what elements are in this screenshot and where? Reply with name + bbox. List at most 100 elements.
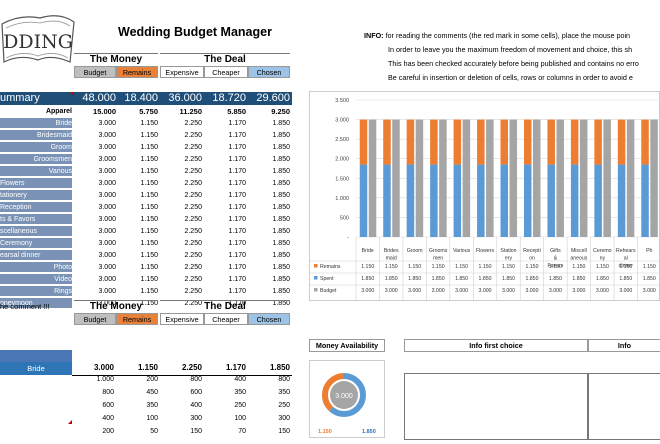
remains-header[interactable]: Remains bbox=[116, 66, 158, 78]
row-label[interactable]: earsal dinner bbox=[0, 250, 72, 261]
table-cell[interactable]: 3.000 bbox=[74, 118, 116, 130]
table-cell[interactable]: 3.000 bbox=[74, 214, 116, 226]
row-label[interactable]: Ceremony bbox=[0, 238, 72, 249]
list-cell[interactable]: 400 bbox=[204, 376, 246, 383]
table-cell[interactable]: 2.250 bbox=[160, 238, 202, 250]
table-cell[interactable]: 1.150 bbox=[116, 202, 158, 214]
row-label[interactable]: ts & Favors bbox=[0, 214, 72, 225]
row-label[interactable]: Groomsmen bbox=[0, 154, 72, 165]
table-cell[interactable]: 1.850 bbox=[248, 238, 290, 250]
table-cell[interactable]: 2.250 bbox=[160, 262, 202, 274]
table-cell[interactable]: 2.250 bbox=[160, 190, 202, 202]
table-cell[interactable]: 2.250 bbox=[160, 226, 202, 238]
table-cell[interactable]: 3.000 bbox=[74, 202, 116, 214]
table-cell[interactable]: 3.000 bbox=[74, 226, 116, 238]
table-cell[interactable]: 1.170 bbox=[204, 226, 246, 238]
table-cell[interactable]: 1.850 bbox=[248, 190, 290, 202]
table-cell[interactable]: 1.850 bbox=[248, 154, 290, 166]
table-cell[interactable]: 1.170 bbox=[204, 214, 246, 226]
list-cell[interactable]: 400 bbox=[74, 415, 114, 422]
expensive-header[interactable]: Expensive bbox=[160, 66, 204, 78]
list-cell[interactable]: 350 bbox=[248, 389, 290, 396]
table-cell[interactable]: 2.250 bbox=[160, 214, 202, 226]
row-label[interactable]: Rings bbox=[0, 286, 72, 297]
table-cell[interactable]: 1.170 bbox=[204, 238, 246, 250]
budget-header[interactable]: Budget bbox=[74, 66, 116, 78]
summary-cheaper[interactable]: 18.720 bbox=[204, 92, 246, 105]
row-label[interactable]: Groom bbox=[0, 142, 72, 153]
table-cell[interactable]: 1.170 bbox=[204, 250, 246, 262]
table-cell[interactable]: 2.250 bbox=[160, 118, 202, 130]
table-cell[interactable]: 2.250 bbox=[160, 286, 202, 298]
table-cell[interactable]: 1.170 bbox=[204, 130, 246, 142]
table-cell[interactable]: 1.150 bbox=[116, 118, 158, 130]
table-cell[interactable]: 3.000 bbox=[74, 178, 116, 190]
table-cell[interactable]: 3.000 bbox=[74, 130, 116, 142]
table-cell[interactable]: 1.170 bbox=[204, 202, 246, 214]
table-cell[interactable]: 1.170 bbox=[204, 286, 246, 298]
list-cell[interactable]: 350 bbox=[204, 389, 246, 396]
list-cell[interactable]: 350 bbox=[116, 402, 158, 409]
table-cell[interactable]: 2.250 bbox=[160, 166, 202, 178]
table-cell[interactable]: 3.000 bbox=[74, 262, 116, 274]
lower-expensive-header[interactable]: Expensive bbox=[160, 313, 204, 325]
table-cell[interactable]: 1.850 bbox=[248, 178, 290, 190]
row-label[interactable]: Video bbox=[0, 274, 72, 285]
table-cell[interactable]: 1.150 bbox=[116, 142, 158, 154]
table-cell[interactable]: 3.000 bbox=[74, 238, 116, 250]
table-cell[interactable]: 1.150 bbox=[116, 238, 158, 250]
list-cell[interactable]: 100 bbox=[116, 415, 158, 422]
table-cell[interactable]: 1.850 bbox=[248, 202, 290, 214]
table-cell[interactable]: 2.250 bbox=[160, 130, 202, 142]
table-cell[interactable]: 1.850 bbox=[248, 142, 290, 154]
table-cell[interactable]: 3.000 bbox=[74, 250, 116, 262]
table-cell[interactable]: 1.850 bbox=[248, 226, 290, 238]
summary-remains[interactable]: 18.400 bbox=[116, 92, 158, 105]
list-cell[interactable]: 70 bbox=[204, 428, 246, 435]
list-cell[interactable]: 600 bbox=[160, 389, 202, 396]
table-cell[interactable]: 3.000 bbox=[74, 166, 116, 178]
lower-remains-header[interactable]: Remains bbox=[116, 313, 158, 325]
table-cell[interactable]: 1.170 bbox=[204, 178, 246, 190]
table-cell[interactable]: 1.150 bbox=[116, 166, 158, 178]
table-cell[interactable]: 2.250 bbox=[160, 274, 202, 286]
row-label[interactable]: Various bbox=[0, 166, 72, 177]
summary-chosen[interactable]: 29.600 bbox=[248, 92, 290, 105]
table-cell[interactable]: 1.150 bbox=[116, 154, 158, 166]
list-cell[interactable]: 200 bbox=[116, 376, 158, 383]
table-cell[interactable]: 1.170 bbox=[204, 274, 246, 286]
table-cell[interactable]: 15.000 bbox=[74, 106, 116, 118]
list-cell[interactable]: 250 bbox=[248, 402, 290, 409]
table-cell[interactable]: 1.850 bbox=[248, 250, 290, 262]
lower-chosen-header[interactable]: Chosen bbox=[248, 313, 290, 325]
row-label[interactable]: Photo bbox=[0, 262, 72, 273]
list-cell[interactable]: 800 bbox=[160, 376, 202, 383]
table-cell[interactable]: 1.150 bbox=[116, 226, 158, 238]
row-label[interactable]: Reception bbox=[0, 202, 72, 213]
row-label[interactable]: scellaneous bbox=[0, 226, 72, 237]
table-cell[interactable]: 1.150 bbox=[116, 130, 158, 142]
lower-budget-header[interactable]: Budget bbox=[74, 313, 116, 325]
list-cell[interactable]: 400 bbox=[160, 402, 202, 409]
list-cell[interactable]: 600 bbox=[74, 402, 114, 409]
table-cell[interactable]: 1.850 bbox=[248, 166, 290, 178]
summary-budget[interactable]: 48.000 bbox=[74, 92, 116, 105]
table-cell[interactable]: 1.850 bbox=[248, 262, 290, 274]
list-cell[interactable]: 1.000 bbox=[74, 376, 114, 383]
table-cell[interactable]: 1.150 bbox=[116, 274, 158, 286]
table-cell[interactable]: 1.150 bbox=[116, 262, 158, 274]
info-second-box[interactable] bbox=[588, 373, 660, 440]
list-cell[interactable]: 200 bbox=[74, 428, 114, 435]
list-cell[interactable]: 100 bbox=[204, 415, 246, 422]
table-cell[interactable]: 1.170 bbox=[204, 142, 246, 154]
chosen-header[interactable]: Chosen bbox=[248, 66, 290, 78]
table-cell[interactable]: 1.850 bbox=[248, 274, 290, 286]
list-cell[interactable]: 450 bbox=[116, 389, 158, 396]
table-cell[interactable]: 3.000 bbox=[74, 286, 116, 298]
table-cell[interactable]: 3.000 bbox=[74, 274, 116, 286]
table-cell[interactable]: 1.150 bbox=[116, 178, 158, 190]
row-label[interactable]: Bridesmaid bbox=[0, 130, 72, 141]
table-cell[interactable]: 2.250 bbox=[160, 250, 202, 262]
table-cell[interactable]: 2.250 bbox=[160, 178, 202, 190]
category-selector[interactable] bbox=[0, 350, 72, 362]
